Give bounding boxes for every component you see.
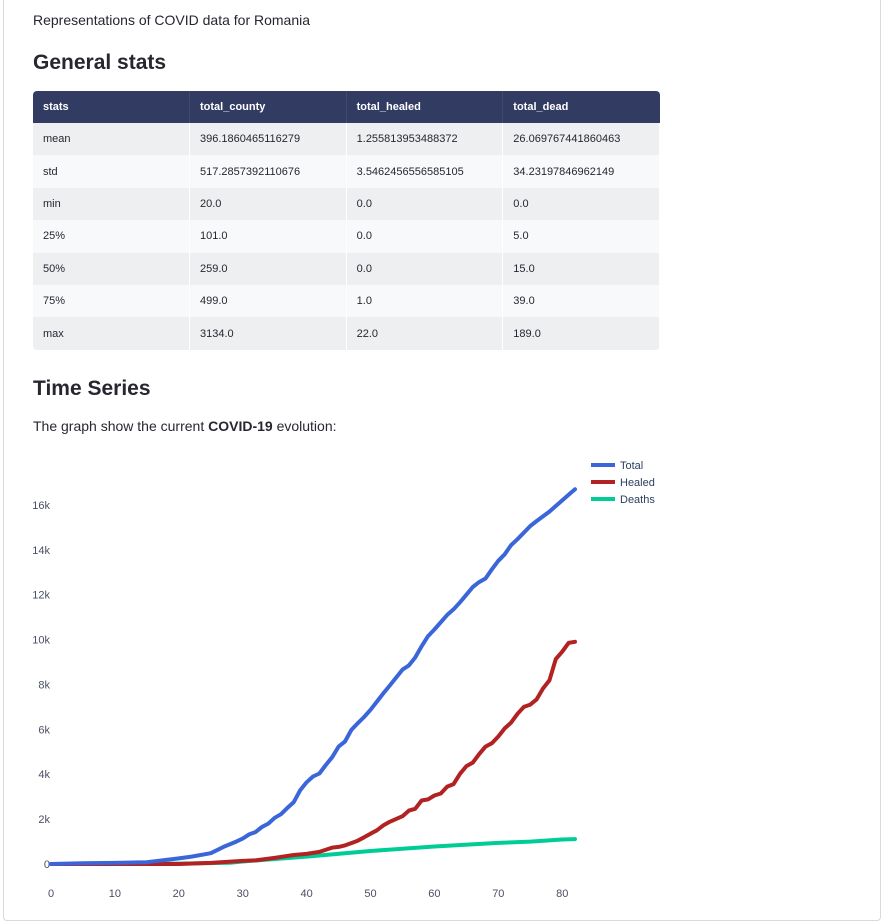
stats-table: stats total_county total_healed total_de… [33, 91, 660, 350]
table-cell: 3134.0 [189, 317, 347, 350]
table-cell: 3.5462456556585105 [346, 155, 504, 188]
y-tick-label: 6k [38, 724, 50, 736]
table-header-row: stats total_county total_healed total_de… [33, 91, 660, 123]
table-cell: 0.0 [346, 252, 504, 285]
table-cell: mean [33, 123, 190, 156]
y-tick-label: 12k [33, 590, 50, 602]
table-row: mean 396.1860465116279 1.255813953488372… [33, 123, 660, 156]
y-tick-label: 8k [38, 679, 50, 691]
table-cell: 1.255813953488372 [346, 123, 504, 156]
column-header[interactable]: stats [33, 91, 190, 123]
table-cell: 0.0 [346, 187, 504, 221]
x-tick-label: 80 [556, 888, 568, 900]
table-cell: 39.0 [502, 284, 660, 318]
table-row: max 3134.0 22.0 189.0 [33, 317, 660, 350]
y-tick-label: 4k [38, 769, 50, 781]
desc-bold: COVID-19 [208, 418, 273, 434]
y-tick-label: 2k [38, 814, 50, 826]
series-line-healed [49, 639, 577, 866]
table-cell: 22.0 [346, 317, 504, 350]
general-stats-heading: General stats [33, 51, 167, 74]
table-row: 50% 259.0 0.0 15.0 [33, 252, 660, 285]
x-tick-label: 20 [173, 888, 185, 900]
table-cell: 259.0 [189, 252, 347, 285]
table-cell: 34.23197846962149 [502, 155, 660, 188]
table-cell: 5.0 [502, 220, 660, 253]
legend-label-healed: Healed [620, 477, 655, 489]
x-tick-label: 70 [492, 888, 504, 900]
table-row: min 20.0 0.0 0.0 [33, 187, 660, 221]
table-cell: 0.0 [502, 187, 660, 221]
x-tick-label: 30 [237, 888, 249, 900]
table-row: 75% 499.0 1.0 39.0 [33, 284, 660, 318]
column-header[interactable]: total_healed [346, 91, 504, 123]
y-tick-label: 10k [33, 635, 50, 647]
table-cell: 75% [33, 284, 190, 318]
column-header[interactable]: total_dead [502, 91, 660, 123]
x-tick-label: 60 [428, 888, 440, 900]
table-cell: 396.1860465116279 [189, 123, 347, 156]
time-series-heading: Time Series [33, 377, 151, 400]
desc-post: evolution: [272, 418, 337, 434]
x-tick-label: 40 [300, 888, 312, 900]
legend-label-total: Total [620, 460, 643, 472]
table-cell: 189.0 [502, 317, 660, 350]
table-row: 25% 101.0 0.0 5.0 [33, 220, 660, 253]
y-tick-label: 0 [44, 859, 50, 871]
series-line-total [49, 487, 577, 866]
table-cell: 499.0 [189, 284, 347, 318]
y-tick-label: 14k [33, 545, 50, 557]
desc-pre: The graph show the current [33, 418, 209, 434]
table-cell: 0.0 [346, 220, 504, 253]
table-cell: 26.069767441860463 [502, 123, 660, 156]
column-header[interactable]: total_county [189, 91, 347, 123]
table-cell: min [33, 187, 190, 221]
x-tick-label: 50 [364, 888, 376, 900]
x-tick-label: 10 [109, 888, 121, 900]
table-cell: 15.0 [502, 252, 660, 285]
legend-label-deaths: Deaths [620, 494, 655, 506]
y-tick-label: 16k [33, 500, 50, 512]
table-cell: max [33, 317, 190, 350]
table-row: std 517.2857392110676 3.5462456556585105… [33, 155, 660, 188]
table-cell: 517.2857392110676 [189, 155, 347, 188]
table-cell: std [33, 155, 190, 188]
x-tick-label: 0 [48, 888, 54, 900]
intro-text: Representations of COVID data for Romani… [33, 12, 311, 28]
table-cell: 101.0 [189, 220, 347, 253]
table-cell: 20.0 [189, 187, 347, 221]
table-cell: 1.0 [346, 284, 504, 318]
chart-description: The graph show the current COVID-19 evol… [33, 418, 337, 434]
table-cell: 25% [33, 220, 190, 253]
covid-line-chart[interactable]: 0 2k 4k 6k 8k 10k 12k 14k 16k 0 10 20 30 40 50 60 70 80 To… [33, 448, 673, 913]
table-cell: 50% [33, 252, 190, 285]
